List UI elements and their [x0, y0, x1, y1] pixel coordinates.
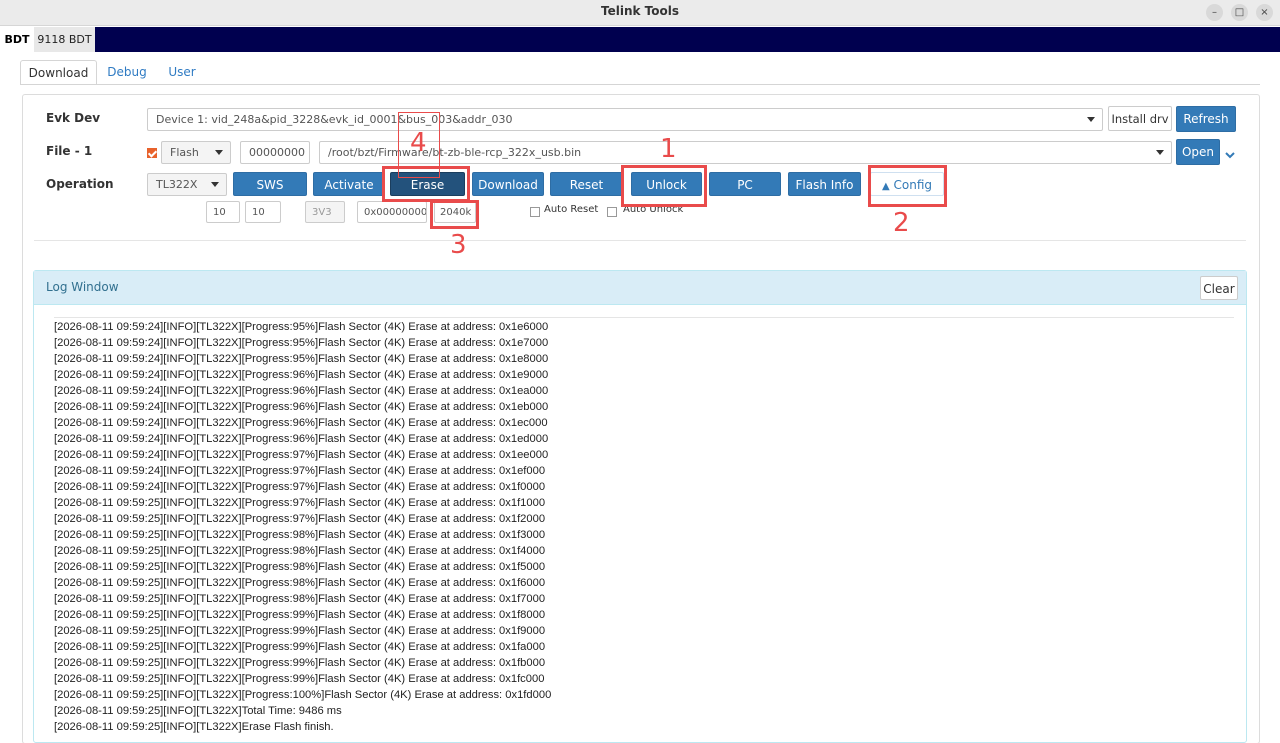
log-line: [2026-08-11 09:59:25][INFO][TL322X][Prog… — [54, 609, 546, 621]
annotation-number-3: 3 — [450, 230, 467, 260]
log-line: [2026-08-11 09:59:24][INFO][TL322X][Prog… — [54, 481, 546, 493]
erase-address-input[interactable]: 0x00000000 — [357, 201, 427, 223]
file-path-value: /root/bzt/Firmware/bt-zb-ble-rcp_322x_us… — [328, 146, 582, 159]
log-line: [2026-08-11 09:59:24][INFO][TL322X][Prog… — [54, 417, 548, 429]
file-address-input[interactable]: 00000000 — [240, 141, 310, 164]
minimize-icon[interactable]: – — [1206, 4, 1223, 21]
log-line: [2026-08-11 09:59:25][INFO][TL322X]Total… — [54, 705, 342, 717]
annotation-box-3 — [430, 200, 479, 229]
operation-label: Operation — [46, 177, 114, 191]
log-window-header: Log Window Clear — [34, 271, 1246, 305]
tab-9118-bdt[interactable]: 9118 BDT — [34, 27, 95, 52]
evk-device-select[interactable]: Device 1: vid_248a&pid_3228&evk_id_0001&… — [147, 108, 1103, 131]
file-label: File - 1 — [46, 144, 93, 158]
log-line: [2026-08-11 09:59:24][INFO][TL322X][Prog… — [54, 337, 549, 349]
auto-unlock-checkbox[interactable] — [607, 207, 617, 217]
reset-button[interactable]: Reset — [550, 172, 623, 196]
section-divider — [34, 240, 1246, 241]
log-line: [2026-08-11 09:59:24][INFO][TL322X][Prog… — [54, 321, 549, 333]
flash-info-button[interactable]: Flash Info — [788, 172, 861, 196]
log-line: [2026-08-11 09:59:25][INFO][TL322X][Prog… — [54, 641, 546, 653]
log-line: [2026-08-11 09:59:25][INFO][TL322X][Prog… — [54, 545, 546, 557]
log-line: [2026-08-11 09:59:25][INFO][TL322X][Prog… — [54, 529, 546, 541]
annotation-number-1: 1 — [660, 134, 677, 164]
tab-user[interactable]: User — [160, 60, 204, 85]
annotation-box-1 — [621, 165, 707, 207]
log-window-title: Log Window — [46, 280, 119, 294]
param-2-input[interactable]: 10 — [245, 201, 281, 223]
auto-reset-checkbox[interactable] — [530, 207, 540, 217]
annotation-box-4 — [382, 166, 470, 202]
log-line: [2026-08-11 09:59:24][INFO][TL322X][Prog… — [54, 465, 546, 477]
log-line: [2026-08-11 09:59:24][INFO][TL322X][Prog… — [54, 433, 549, 445]
tab-bdt[interactable]: BDT — [0, 27, 34, 52]
file-enable-checkbox[interactable] — [147, 148, 157, 158]
log-line: [2026-08-11 09:59:25][INFO][TL322X]Erase… — [54, 721, 334, 733]
annotation-number-2: 2 — [893, 208, 910, 238]
tab-divider — [20, 84, 1260, 85]
pc-button[interactable]: PC — [709, 172, 781, 196]
log-line: [2026-08-11 09:59:25][INFO][TL322X][Prog… — [54, 673, 545, 685]
open-button[interactable]: Open — [1176, 139, 1220, 165]
log-line: [2026-08-11 09:59:25][INFO][TL322X][Prog… — [54, 689, 552, 701]
log-window: Log Window Clear [2026-08-11 09:59:24][I… — [33, 270, 1247, 743]
window-title: Telink Tools — [601, 4, 679, 18]
log-line: [2026-08-11 09:59:24][INFO][TL322X][Prog… — [54, 353, 549, 365]
chip-value: TL322X — [156, 178, 198, 191]
refresh-button[interactable]: Refresh — [1176, 106, 1236, 132]
log-line: [2026-08-11 09:59:24][INFO][TL322X][Prog… — [54, 401, 549, 413]
chevron-down-icon — [211, 182, 219, 187]
expand-chevron-icon[interactable] — [1224, 146, 1236, 159]
tab-download[interactable]: Download — [20, 60, 97, 85]
annotation-number-4: 4 — [410, 128, 427, 158]
log-line: [2026-08-11 09:59:24][INFO][TL322X][Prog… — [54, 449, 549, 461]
annotation-box-2 — [868, 165, 947, 207]
voltage-input[interactable]: 3V3 — [305, 201, 345, 223]
chevron-down-icon — [1156, 150, 1164, 155]
top-tab-strip: BDT 9118 BDT — [0, 27, 1280, 52]
log-line: [2026-08-11 09:59:25][INFO][TL322X][Prog… — [54, 577, 546, 589]
title-bar: Telink Tools – □ × — [0, 0, 1280, 26]
activate-button[interactable]: Activate — [313, 172, 385, 196]
chevron-down-icon — [215, 150, 223, 155]
file-mode-value: Flash — [170, 146, 199, 159]
log-line: [2026-08-11 09:59:24][INFO][TL322X][Prog… — [54, 369, 549, 381]
log-line: [2026-08-11 09:59:25][INFO][TL322X][Prog… — [54, 593, 546, 605]
file-mode-select[interactable]: Flash — [161, 141, 231, 164]
chip-select[interactable]: TL322X — [147, 173, 227, 196]
param-1-input[interactable]: 10 — [206, 201, 240, 223]
maximize-icon[interactable]: □ — [1231, 4, 1248, 21]
log-line: [2026-08-11 09:59:25][INFO][TL322X][Prog… — [54, 561, 546, 573]
log-line: [2026-08-11 09:59:25][INFO][TL322X][Prog… — [54, 513, 546, 525]
log-output[interactable]: [2026-08-11 09:59:24][INFO][TL322X][Prog… — [54, 317, 1234, 737]
evk-dev-label: Evk Dev — [46, 111, 101, 125]
file-path-select[interactable]: /root/bzt/Firmware/bt-zb-ble-rcp_322x_us… — [319, 141, 1172, 164]
clear-button[interactable]: Clear — [1200, 276, 1238, 300]
auto-reset-label: Auto Reset — [544, 204, 599, 215]
log-line: [2026-08-11 09:59:25][INFO][TL322X][Prog… — [54, 657, 546, 669]
log-line: [2026-08-11 09:59:24][INFO][TL322X][Prog… — [54, 385, 549, 397]
download-button[interactable]: Download — [472, 172, 544, 196]
sws-button[interactable]: SWS — [233, 172, 307, 196]
evk-device-value: Device 1: vid_248a&pid_3228&evk_id_0001&… — [156, 113, 513, 126]
chevron-down-icon — [1087, 117, 1095, 122]
close-icon[interactable]: × — [1256, 4, 1273, 21]
log-line: [2026-08-11 09:59:25][INFO][TL322X][Prog… — [54, 625, 546, 637]
tab-debug[interactable]: Debug — [102, 60, 152, 85]
log-line: [2026-08-11 09:59:25][INFO][TL322X][Prog… — [54, 497, 546, 509]
install-drv-button[interactable]: Install drv — [1108, 106, 1172, 131]
